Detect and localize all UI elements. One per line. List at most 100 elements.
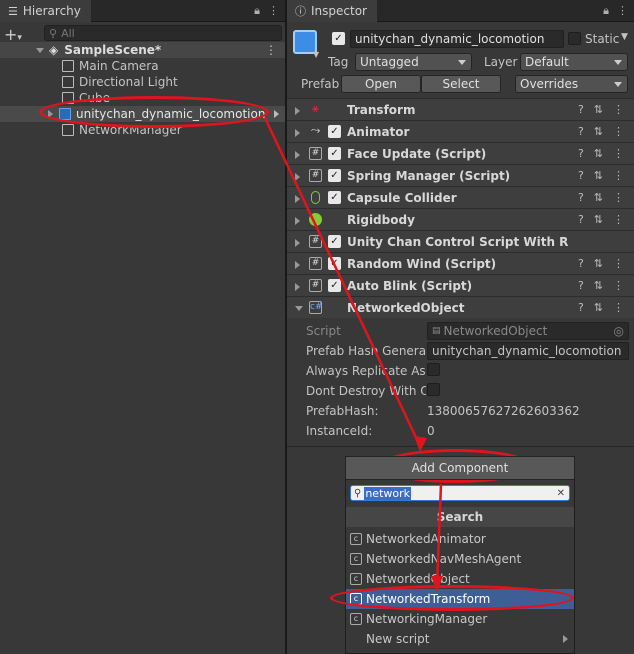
kebab-menu-icon[interactable]: ⋮ [613,213,624,226]
hierarchy-item-selected[interactable]: unitychan_dynamic_locomotion [0,106,285,122]
component-checkbox[interactable]: ✓ [328,279,341,292]
prefab-hash-generator-field[interactable]: unitychan_dynamic_locomotion [427,342,629,360]
tab-hierarchy[interactable]: ☰ Hierarchy [0,0,91,22]
active-checkbox[interactable]: ✓ [332,32,345,45]
static-checkbox[interactable] [568,32,581,45]
chevron-down-icon[interactable]: ▼ [313,50,319,59]
kebab-menu-icon[interactable]: ⋮ [613,279,624,292]
select-button[interactable]: Select [421,75,501,93]
hierarchy-item[interactable]: Main Camera [0,58,285,74]
list-item-highlighted[interactable]: c NetworkedTransform [346,589,574,609]
kebab-menu-icon[interactable]: ⋮ [613,125,624,138]
component-checkbox[interactable]: ✓ [328,191,341,204]
component-checkbox[interactable]: ✓ [328,235,341,248]
component-rigidbody[interactable]: Rigidbody ? ⇅ ⋮ [287,208,634,230]
kebab-menu-icon[interactable]: ⋮ [613,191,624,204]
kebab-menu-icon[interactable]: ⋮ [613,147,624,160]
add-component-button[interactable]: Add Component [345,456,575,480]
component-networked-object[interactable]: c# NetworkedObject ? ⇅ ⋮ [287,296,634,318]
list-item-new-script[interactable]: New script [346,629,574,649]
chevron-right-icon[interactable] [295,217,300,225]
kebab-menu-icon[interactable]: ⋮ [617,4,628,18]
component-checkbox[interactable]: ✓ [328,147,341,160]
help-icon[interactable]: ? [578,147,584,160]
settings-icon[interactable]: ⇅ [594,191,603,204]
object-name-field[interactable]: unitychan_dynamic_locomotion [350,30,564,48]
kebab-menu-icon[interactable]: ⋮ [268,4,279,18]
component-transform[interactable]: ⚹ Transform ? ⇅ ⋮ [287,98,634,120]
prefab-hash-generator-value: unitychan_dynamic_locomotion [432,344,622,358]
chevron-right-icon[interactable] [48,110,53,118]
help-icon[interactable]: ? [578,279,584,292]
help-icon[interactable]: ? [578,213,584,226]
component-checkbox[interactable]: ✓ [328,169,341,182]
component-spring-manager[interactable]: # ✓ Spring Manager (Script) ? ⇅ ⋮ [287,164,634,186]
component-capsule-collider[interactable]: ✓ Capsule Collider ? ⇅ ⋮ [287,186,634,208]
chevron-down-icon[interactable] [295,306,303,311]
help-icon[interactable]: ? [578,301,584,314]
kebab-menu-icon[interactable]: ⋮ [613,257,624,270]
component-name: Animator [347,125,410,139]
lock-icon[interactable]: 🔒︎ [603,4,609,18]
chevron-right-icon[interactable] [295,151,300,159]
kebab-menu-icon[interactable]: ⋮ [265,43,277,57]
hierarchy-item[interactable]: NetworkManager [0,122,285,138]
settings-icon[interactable]: ⇅ [594,257,603,270]
clear-icon[interactable]: ✕ [557,488,565,499]
open-button[interactable]: Open [341,75,421,93]
overrides-dropdown[interactable]: Overrides [515,75,628,93]
component-random-wind[interactable]: # ✓ Random Wind (Script) ? ⇅ ⋮ [287,252,634,274]
component-animator[interactable]: ⤳ ✓ Animator ? ⇅ ⋮ [287,120,634,142]
component-auto-blink[interactable]: # ✓ Auto Blink (Script) ? ⇅ ⋮ [287,274,634,296]
hierarchy-item[interactable]: Cube [0,90,285,106]
settings-icon[interactable]: ⇅ [594,125,603,138]
script-value: NetworkedObject [443,324,548,338]
settings-icon[interactable]: ⇅ [594,279,603,292]
help-icon[interactable]: ? [578,257,584,270]
help-icon[interactable]: ? [578,169,584,182]
layer-dropdown[interactable]: Default [520,53,628,71]
tab-inspector[interactable]: ⓘ Inspector [287,0,377,22]
tag-dropdown[interactable]: Untagged [355,53,472,71]
chevron-down-icon[interactable] [36,47,44,53]
chevron-right-icon[interactable] [295,261,300,269]
component-search-input[interactable]: ⚲ network ✕ [350,485,570,501]
list-item[interactable]: c NetworkedAnimator [346,529,574,549]
settings-icon[interactable]: ⇅ [594,213,603,226]
list-item[interactable]: c NetworkedObject [346,569,574,589]
chevron-down-icon[interactable]: ▼ [621,32,628,42]
scene-row[interactable]: ◈ SampleScene* ⋮ [0,42,285,58]
chevron-right-icon[interactable] [295,239,300,247]
dont-destroy-checkbox[interactable] [427,383,440,396]
component-unity-chan-control[interactable]: # ✓ Unity Chan Control Script With Rgid … [287,230,634,252]
kebab-menu-icon[interactable]: ⋮ [613,301,624,314]
chevron-right-icon[interactable] [295,283,300,291]
component-checkbox[interactable]: ✓ [328,125,341,138]
list-item[interactable]: c NetworkingManager [346,609,574,629]
settings-icon[interactable]: ⇅ [594,301,603,314]
list-item[interactable]: c NetworkedNavMeshAgent [346,549,574,569]
component-checkbox[interactable]: ✓ [328,257,341,270]
hierarchy-item[interactable]: Directional Light [0,74,285,90]
divider [287,446,634,447]
chevron-right-icon[interactable] [274,110,279,118]
help-icon[interactable]: ? [578,125,584,138]
settings-icon[interactable]: ⇅ [594,169,603,182]
help-icon[interactable]: ? [578,103,584,116]
settings-icon[interactable]: ⇅ [594,103,603,116]
always-replicate-checkbox[interactable] [427,363,440,376]
kebab-menu-icon[interactable]: ⋮ [613,103,624,116]
kebab-menu-icon[interactable]: ⋮ [613,169,624,182]
chevron-right-icon[interactable] [295,173,300,181]
lock-icon[interactable]: 🔒︎ [254,4,260,18]
hierarchy-search-input[interactable]: ⚲ All [44,25,282,41]
help-icon[interactable]: ? [578,191,584,204]
static-label: Static [585,32,620,46]
chevron-right-icon[interactable] [295,107,300,115]
chevron-right-icon[interactable] [295,195,300,203]
search-value: network [364,486,411,500]
component-face-update[interactable]: # ✓ Face Update (Script) ? ⇅ ⋮ [287,142,634,164]
gameobject-icon [62,76,74,88]
settings-icon[interactable]: ⇅ [594,147,603,160]
chevron-right-icon[interactable] [295,129,300,137]
